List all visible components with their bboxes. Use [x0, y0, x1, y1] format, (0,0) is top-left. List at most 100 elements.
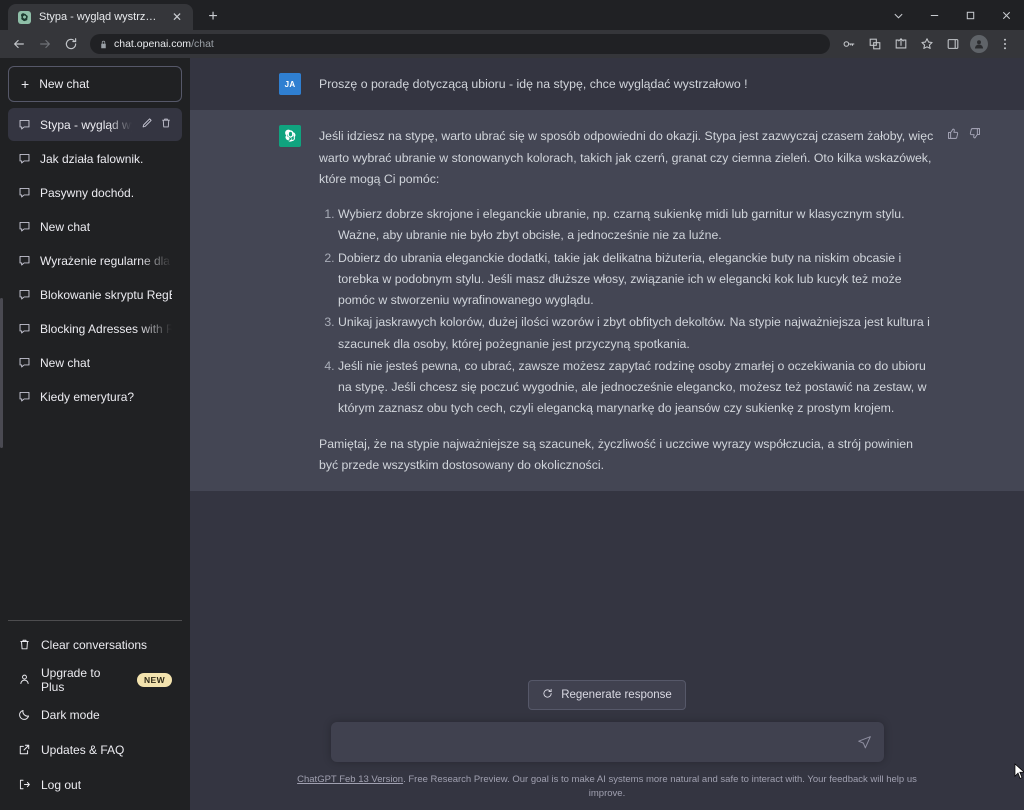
sidebar-scrollbar[interactable] [0, 298, 3, 448]
user-message-text: Proszę o poradę dotyczącą ubioru - idę n… [319, 73, 935, 95]
edit-pencil-icon[interactable] [141, 117, 153, 132]
person-icon [18, 673, 31, 686]
refresh-icon [542, 688, 553, 702]
list-item: Dobierz do ubrania eleganckie dodatki, t… [338, 248, 935, 312]
sidebar: + New chat Stypa - wygląd wystrzał [0, 58, 190, 810]
message-input-container[interactable] [330, 722, 884, 763]
side-panel-icon[interactable] [940, 31, 966, 57]
delete-trash-icon[interactable] [160, 117, 172, 132]
tab-strip: Stypa - wygląd wystrzałowy! ✕ + [0, 0, 227, 30]
chatgpt-logo [279, 125, 301, 148]
chatgpt-favicon [18, 10, 31, 24]
conversation-title: Kiedy emerytura? [40, 389, 135, 404]
back-icon[interactable] [6, 31, 32, 57]
trash-icon [18, 638, 31, 651]
message-paragraph: Proszę o poradę dotyczącą ubioru - idę n… [319, 77, 748, 91]
toolbar-actions [836, 31, 1018, 57]
close-window-icon[interactable] [988, 0, 1024, 30]
conversation-title: Blocking Adresses with RegEx [40, 321, 172, 336]
chevron-down-icon[interactable] [880, 0, 916, 30]
sidebar-conversation-item[interactable]: Kiedy emerytura? [8, 380, 182, 413]
key-icon[interactable] [836, 31, 862, 57]
message-input[interactable] [342, 735, 857, 750]
new-tab-button[interactable]: + [199, 4, 227, 30]
conversation-list: Stypa - wygląd wystrzał Jak dzia [8, 108, 182, 620]
browser-toolbar: chat.openai.com/chat [0, 30, 1024, 58]
minimize-icon[interactable] [916, 0, 952, 30]
url-text: chat.openai.com/chat [114, 38, 214, 50]
close-icon[interactable]: ✕ [169, 9, 185, 25]
thumbs-up-icon[interactable] [947, 127, 960, 145]
sidebar-item-log-out[interactable]: Log out [8, 767, 182, 802]
chat-bubble-icon [18, 390, 31, 403]
sidebar-item-upgrade-to-plus[interactable]: Upgrade to Plus NEW [8, 662, 182, 697]
sidebar-item-label: Clear conversations [41, 637, 148, 652]
chat-bubble-icon [18, 288, 31, 301]
avatar: JA [279, 73, 301, 95]
conversation-title: New chat [40, 219, 91, 234]
disclaimer-text: . Free Research Preview. Our goal is to … [403, 774, 917, 799]
status-badge: NEW [136, 672, 172, 687]
plus-icon: + [21, 76, 30, 92]
list-item: Wybierz dobrze skrojone i eleganckie ubr… [338, 204, 935, 247]
message-thread: JA Proszę o poradę dotyczącą ubioru - id… [190, 58, 1024, 535]
sidebar-conversation-item[interactable]: Blocking Adresses with RegEx [8, 312, 182, 345]
sidebar-conversation-item[interactable]: Pasywny dochód. [8, 176, 182, 209]
logout-icon [18, 778, 31, 791]
sidebar-conversation-item[interactable]: New chat [8, 346, 182, 379]
conversation-title: Stypa - wygląd wystrzał [40, 117, 132, 132]
new-chat-button[interactable]: + New chat [8, 66, 182, 102]
browser-menu-icon[interactable] [992, 31, 1018, 57]
list-item: Unikaj jaskrawych kolorów, dużej ilości … [338, 312, 935, 355]
maximize-icon[interactable] [952, 0, 988, 30]
browser-window: Stypa - wygląd wystrzałowy! ✕ + [0, 0, 1024, 810]
thumbs-down-icon[interactable] [968, 127, 981, 145]
forward-icon[interactable] [32, 31, 58, 57]
sidebar-item-dark-mode[interactable]: Dark mode [8, 697, 182, 732]
sidebar-conversation-item[interactable]: Blokowanie skryptu RegEx [8, 278, 182, 311]
extensions-icon[interactable] [862, 31, 888, 57]
browser-tab[interactable]: Stypa - wygląd wystrzałowy! ✕ [8, 4, 193, 30]
assistant-message-text: Jeśli idziesz na stypę, warto ubrać się … [319, 125, 935, 476]
conversation-title: Blokowanie skryptu RegEx [40, 287, 172, 302]
regenerate-response-button[interactable]: Regenerate response [528, 680, 686, 711]
chat-bubble-icon [18, 152, 31, 165]
url-path: /chat [191, 38, 214, 50]
sidebar-conversation-item[interactable]: New chat [8, 210, 182, 243]
reload-icon[interactable] [58, 31, 84, 57]
chat-bubble-icon [18, 356, 31, 369]
lock-icon [99, 40, 108, 49]
sidebar-conversation-item[interactable]: Jak działa falownik. [8, 142, 182, 175]
advice-list: Wybierz dobrze skrojone i eleganckie ubr… [319, 204, 935, 420]
message-paragraph: Jeśli idziesz na stypę, warto ubrać się … [319, 129, 934, 186]
external-link-icon [18, 743, 31, 756]
chat-bubble-icon [18, 118, 31, 131]
chat-bubble-icon [18, 220, 31, 233]
sidebar-item-label: Dark mode [41, 707, 100, 722]
share-icon[interactable] [888, 31, 914, 57]
send-icon[interactable] [857, 735, 872, 750]
sidebar-item-label: Updates & FAQ [41, 742, 125, 757]
tab-title: Stypa - wygląd wystrzałowy! [39, 11, 161, 23]
profile-avatar-icon[interactable] [966, 31, 992, 57]
window-controls [880, 0, 1024, 30]
url-domain: chat.openai.com [114, 38, 192, 50]
conversation-title: Jak działa falownik. [40, 151, 144, 166]
user-message: JA Proszę o poradę dotyczącą ubioru - id… [190, 58, 1024, 111]
bookmark-star-icon[interactable] [914, 31, 940, 57]
message-paragraph: Pamiętaj, że na stypie najważniejsze są … [319, 436, 913, 472]
sidebar-item-clear-conversations[interactable]: Clear conversations [8, 627, 182, 662]
browser-titlebar: Stypa - wygląd wystrzałowy! ✕ + [0, 0, 1024, 30]
sidebar-item-updates-faq[interactable]: Updates & FAQ [8, 732, 182, 767]
sidebar-conversation-item[interactable]: Wyrażenie regularne dla bloka [8, 244, 182, 277]
footer-disclaimer: ChatGPT Feb 13 Version. Free Research Pr… [297, 773, 917, 800]
conversation-title: New chat [40, 355, 91, 370]
sidebar-conversation-item[interactable]: Stypa - wygląd wystrzał [8, 108, 182, 141]
chat-area: JA Proszę o poradę dotyczącą ubioru - id… [190, 58, 1024, 810]
version-link[interactable]: ChatGPT Feb 13 Version [297, 774, 403, 785]
message-feedback-actions [947, 127, 981, 145]
list-item: Jeśli nie jesteś pewna, co ubrać, zawsze… [338, 356, 935, 420]
address-bar[interactable]: chat.openai.com/chat [90, 34, 830, 54]
sidebar-item-label: Log out [41, 777, 82, 792]
chat-bubble-icon [18, 186, 31, 199]
